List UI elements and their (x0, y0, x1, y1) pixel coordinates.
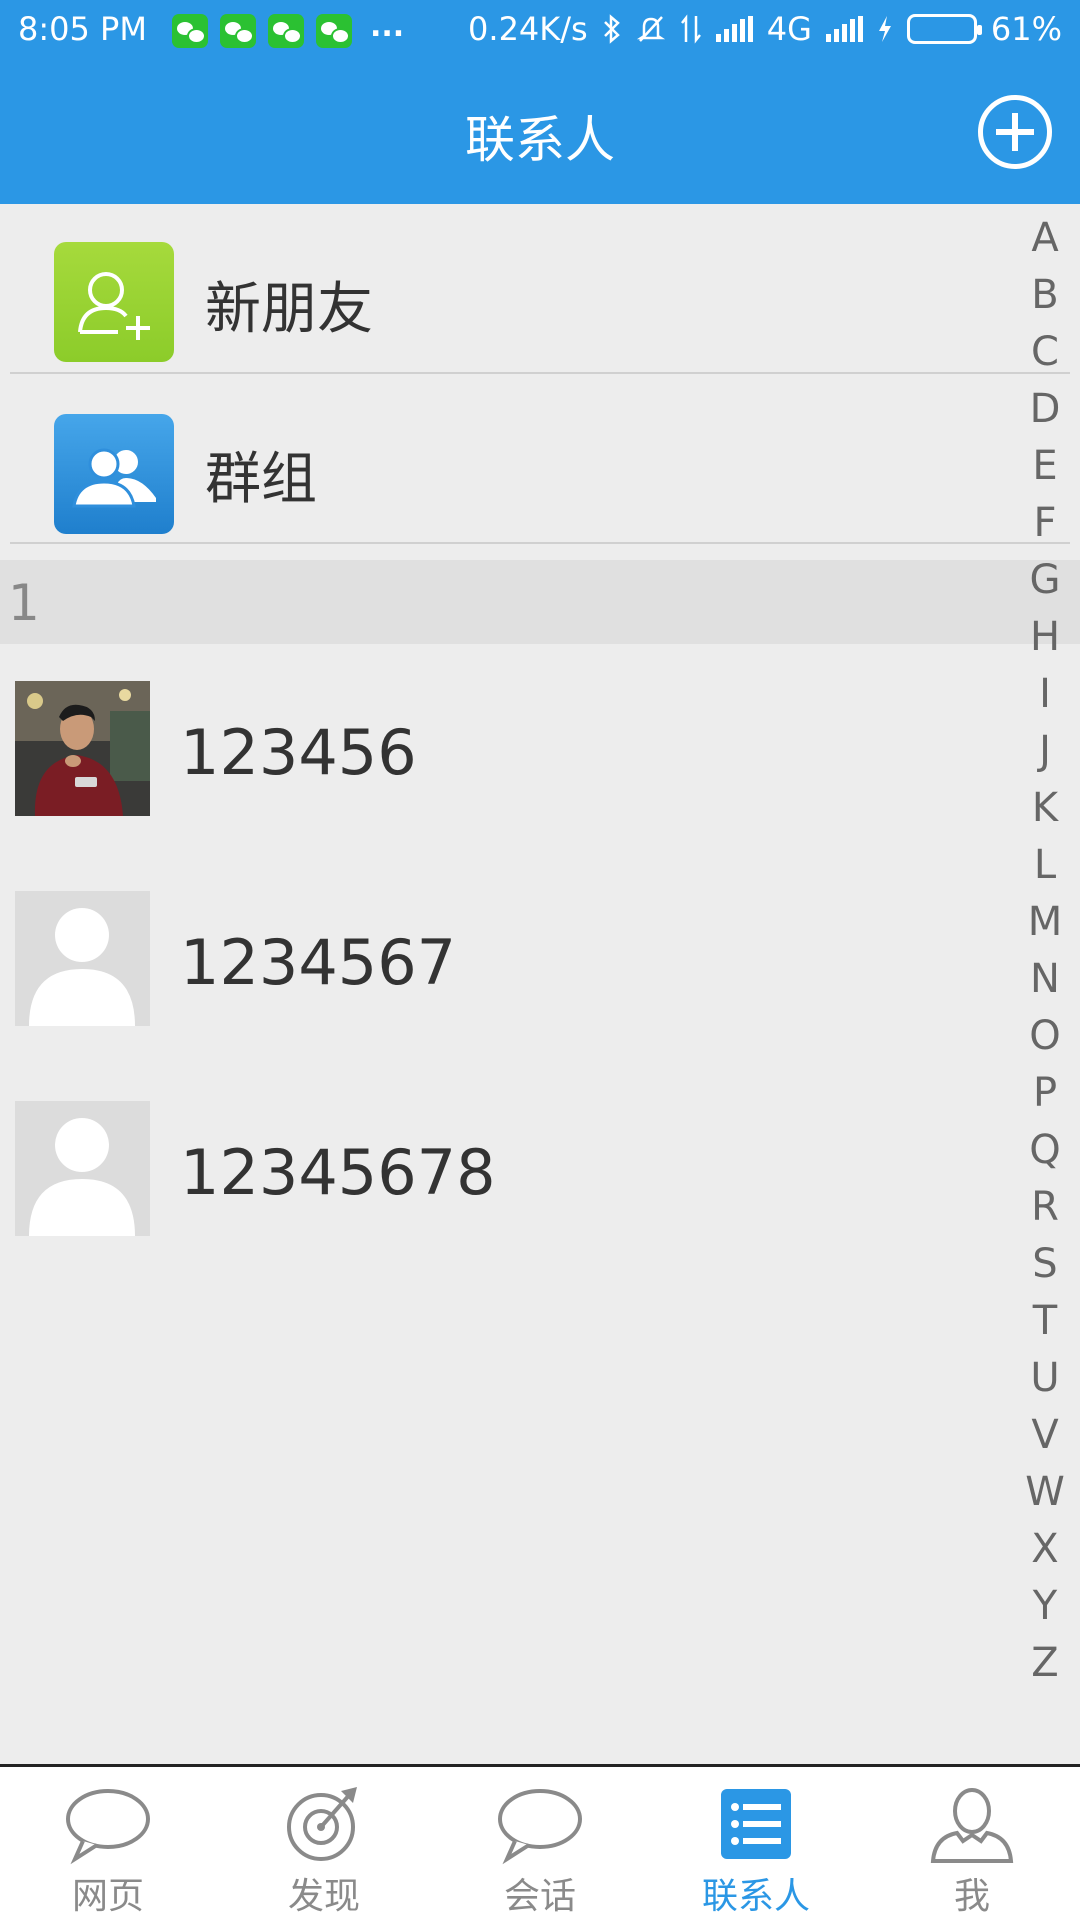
alphabet-letter[interactable]: P (1010, 1065, 1080, 1122)
alphabet-letter[interactable]: K (1010, 780, 1080, 837)
contact-item[interactable]: 12345678 (0, 1101, 1000, 1311)
alphabet-letter[interactable]: V (1010, 1407, 1080, 1464)
tab-contacts[interactable]: 联系人 (648, 1767, 864, 1920)
alphabet-letter[interactable]: N (1010, 951, 1080, 1008)
page-title: 联系人 (465, 111, 615, 169)
alphabet-letter[interactable]: M (1010, 894, 1080, 951)
alphabet-letter[interactable]: L (1010, 837, 1080, 894)
avatar-photo (15, 681, 150, 816)
alphabet-letter[interactable]: S (1010, 1236, 1080, 1293)
alphabet-letter[interactable]: R (1010, 1179, 1080, 1236)
tab-label: 我 (953, 1876, 990, 1917)
chat-bubble-icon (498, 1789, 582, 1865)
charging-icon (878, 16, 891, 42)
tab-label: 会话 (503, 1876, 576, 1917)
bluetooth-icon (603, 14, 620, 44)
alphabet-letter[interactable]: O (1010, 1008, 1080, 1065)
tab-conversations[interactable]: 会话 (432, 1767, 648, 1920)
chat-bubble-icon (66, 1789, 150, 1865)
status-right: 0.24K/s 4G 61% (468, 10, 1062, 48)
status-bar: 8:05 PM ... 0.24K/s 4G 61% (0, 0, 1080, 62)
alphabet-letter[interactable]: F (1010, 495, 1080, 552)
tab-discover[interactable]: 发现 (216, 1767, 432, 1920)
new-friends-row[interactable]: 新朋友 (10, 206, 1070, 374)
data-arrows-icon (680, 14, 701, 44)
tab-label: 发现 (287, 1876, 360, 1917)
contact-name: 1234567 (180, 926, 457, 999)
wechat-icon (172, 14, 208, 48)
plus-circle-icon[interactable] (978, 95, 1052, 169)
battery-percent: 61% (990, 10, 1062, 48)
group-icon (54, 414, 174, 534)
alphabet-letter[interactable]: I (1010, 666, 1080, 723)
person-icon (930, 1788, 1014, 1863)
battery-icon (906, 14, 982, 44)
network-type: 4G (766, 10, 812, 48)
alphabet-letter[interactable]: Q (1010, 1122, 1080, 1179)
section-header: 1 (0, 560, 1080, 644)
network-speed: 0.24K/s (468, 10, 588, 48)
groups-label: 群组 (205, 447, 317, 512)
alphabet-letter[interactable]: J (1010, 723, 1080, 780)
tab-label: 网页 (71, 1876, 144, 1917)
contact-name: 123456 (180, 716, 417, 789)
wechat-icon (220, 14, 256, 48)
contacts-list-icon (721, 1789, 791, 1859)
alphabet-letter[interactable]: Y (1010, 1578, 1080, 1635)
contact-item[interactable]: 1234567 (0, 891, 1000, 1101)
signal-icon (825, 16, 863, 42)
alphabet-letter[interactable]: Z (1010, 1635, 1080, 1692)
wechat-icon (316, 14, 352, 48)
alphabet-index[interactable]: ABCDEFGHIJKLMNOPQRSTUVWXYZ (1010, 210, 1080, 1692)
contact-name: 12345678 (180, 1136, 496, 1209)
wechat-icon (268, 14, 304, 48)
alphabet-letter[interactable]: E (1010, 438, 1080, 495)
alphabet-letter[interactable]: H (1010, 609, 1080, 666)
default-user-icon (15, 891, 150, 1026)
more-notifications: ... (370, 8, 405, 44)
alphabet-letter[interactable]: C (1010, 324, 1080, 381)
tab-web[interactable]: 网页 (0, 1767, 216, 1920)
alphabet-letter[interactable]: X (1010, 1521, 1080, 1578)
alphabet-letter[interactable]: W (1010, 1464, 1080, 1521)
section-header-label: 1 (8, 574, 40, 632)
alphabet-letter[interactable]: A (1010, 210, 1080, 267)
mute-bell-icon (636, 16, 665, 42)
groups-row[interactable]: 群组 (10, 376, 1070, 544)
alphabet-letter[interactable]: T (1010, 1293, 1080, 1350)
alphabet-letter[interactable]: G (1010, 552, 1080, 609)
alphabet-letter[interactable]: D (1010, 381, 1080, 438)
tab-label: 联系人 (701, 1876, 810, 1917)
add-user-icon (54, 242, 174, 362)
signal-icon (715, 16, 753, 42)
bottom-nav: 网页 发现 会话 联系人 我 (0, 1764, 1080, 1920)
notification-icons: ... (172, 9, 404, 48)
tab-me[interactable]: 我 (864, 1767, 1080, 1920)
alphabet-letter[interactable]: B (1010, 267, 1080, 324)
alphabet-letter[interactable]: U (1010, 1350, 1080, 1407)
discover-icon (287, 1787, 357, 1861)
app-header: 联系人 (0, 62, 1080, 204)
contact-item[interactable]: 123456 (0, 681, 1000, 891)
new-friends-label: 新朋友 (205, 277, 373, 342)
default-user-icon (15, 1101, 150, 1236)
status-time: 8:05 PM (18, 10, 147, 48)
